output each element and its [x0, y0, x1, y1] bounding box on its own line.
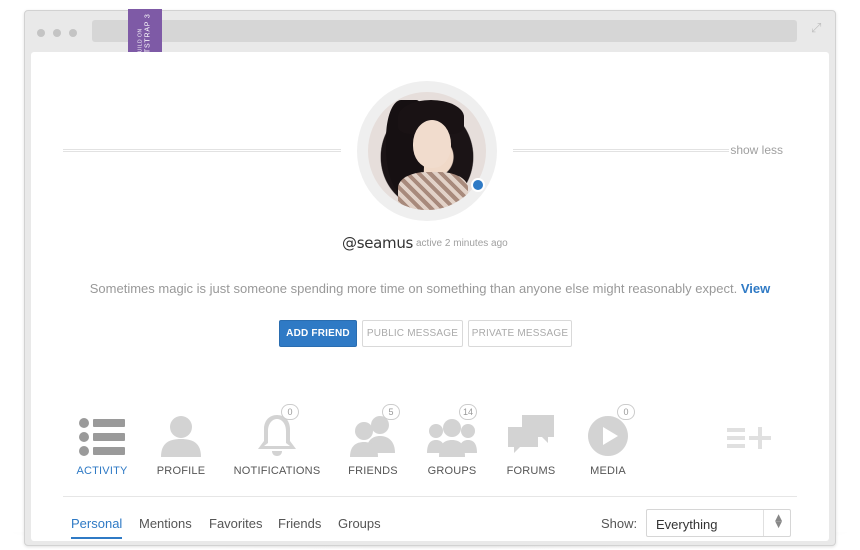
screenshot-stage: ⤢ BUILD ON BOOTSTRAP 3 show less @seamus… [0, 0, 860, 550]
nav-label-notifications: NOTIFICATIONS [233, 465, 321, 477]
show-filter-select[interactable]: Everything ▲ ▼ [646, 509, 791, 537]
subtab-friends[interactable]: Friends [278, 516, 321, 531]
list-add-icon [727, 427, 771, 449]
browser-window: ⤢ BUILD ON BOOTSTRAP 3 show less @seamus… [24, 9, 836, 546]
subtab-groups[interactable]: Groups [338, 516, 381, 531]
online-status-dot [471, 178, 485, 192]
show-filter-label: Show: [601, 516, 638, 531]
private-message-button[interactable]: PRIVATE MESSAGE [468, 320, 572, 347]
profile-bio: Sometimes magic is just someone spending… [31, 281, 829, 296]
window-dot-close[interactable] [37, 29, 45, 37]
more-nav-button[interactable] [727, 426, 773, 455]
window-controls [37, 29, 77, 37]
nav-item-notifications[interactable]: 0 NOTIFICATIONS [227, 404, 327, 477]
friends-icon [350, 416, 395, 457]
forums-icon [508, 415, 554, 453]
nav-item-profile[interactable]: PROFILE [131, 407, 231, 477]
subtab-mentions[interactable]: Mentions [139, 516, 192, 531]
user-icon [161, 416, 201, 457]
subtab-personal[interactable]: Personal [71, 516, 122, 531]
add-friend-button[interactable]: ADD FRIEND [279, 320, 357, 347]
username[interactable]: @seamus [342, 234, 413, 252]
groups-count-badge: 14 [459, 404, 478, 420]
nav-label-profile: PROFILE [156, 465, 206, 477]
header-divider-right [513, 149, 729, 152]
bio-text: Sometimes magic is just someone spending… [89, 281, 738, 296]
groups-icon [427, 419, 477, 457]
show-less-link[interactable]: show less [730, 143, 783, 157]
nav-label-media: MEDIA [590, 465, 626, 477]
avatar[interactable] [368, 92, 486, 210]
address-bar[interactable] [92, 20, 797, 42]
friends-count-badge: 5 [382, 404, 400, 420]
profile-page: show less @seamus active 2 minutes ago S… [31, 52, 829, 541]
bio-view-link[interactable]: View [741, 281, 770, 296]
active-subtab-underline [71, 537, 122, 539]
list-icon [79, 418, 125, 456]
show-filter-value: Everything [656, 517, 718, 532]
window-dot-zoom[interactable] [69, 29, 77, 37]
tabs-divider [63, 496, 797, 497]
public-message-button[interactable]: PUBLIC MESSAGE [362, 320, 463, 347]
last-active-text: active 2 minutes ago [416, 238, 508, 249]
nav-item-media[interactable]: 0 MEDIA [558, 404, 658, 477]
media-count-badge: 0 [617, 404, 635, 420]
notifications-count-badge: 0 [281, 404, 299, 420]
subtab-favorites[interactable]: Favorites [209, 516, 262, 531]
select-caret-icon: ▲ ▼ [775, 513, 782, 530]
header-divider-left [63, 149, 341, 152]
window-dot-minimize[interactable] [53, 29, 61, 37]
play-icon [587, 416, 628, 456]
expand-icon[interactable]: ⤢ [811, 22, 825, 36]
